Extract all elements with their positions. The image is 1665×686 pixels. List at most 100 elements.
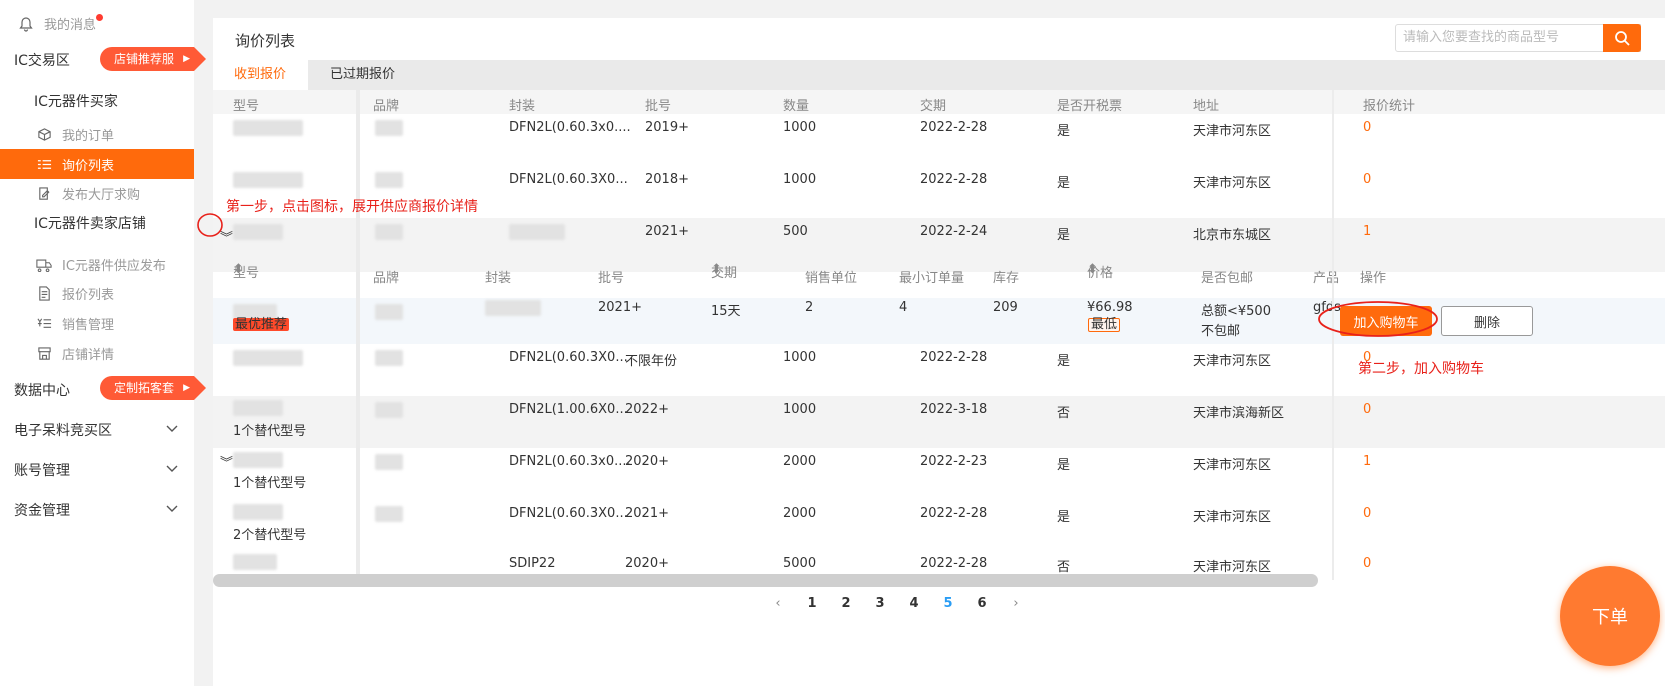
cell-qty: 500 <box>783 224 808 239</box>
sidebar-item-account[interactable]: 账号管理 <box>14 460 179 480</box>
triangle-right-icon: ▶ <box>183 54 190 64</box>
cell-quote-count[interactable]: 0 <box>1363 402 1371 417</box>
cell-batch: 2021+ <box>645 224 689 239</box>
cell-quote-count[interactable]: 0 <box>1363 172 1371 187</box>
sidebar-item-sales[interactable]: 销售管理 <box>0 308 194 338</box>
alt-model-count[interactable]: 2个替代型号 <box>233 524 306 543</box>
alt-model-count[interactable]: 1个替代型号 <box>233 472 306 491</box>
col-invoice: 是否开税票 <box>1057 99 1123 114</box>
sort-icon: ⬍ <box>233 262 244 277</box>
cell-batch: 2021+ <box>625 506 669 521</box>
sidebar-item-label: 账号管理 <box>14 463 70 479</box>
cell-invoice: 是 <box>1057 228 1071 243</box>
dcol-package: 封装 <box>485 271 512 286</box>
sidebar-item-publish-request[interactable]: 发布大厅求购 <box>0 178 194 208</box>
cell-quote-count[interactable]: 0 <box>1363 556 1371 571</box>
sidebar-item-label: 我的订单 <box>62 128 115 144</box>
col-package: 封装 <box>509 99 536 114</box>
delete-button[interactable]: 删除 <box>1441 306 1533 336</box>
cell-qty: 1000 <box>783 172 817 187</box>
cell-invoice: 是 <box>1057 510 1071 525</box>
brand-redacted <box>375 120 403 136</box>
next-page-icon[interactable]: › <box>999 596 1033 611</box>
sidebar-item-funds[interactable]: 资金管理 <box>14 500 179 520</box>
dcell-stock: 209 <box>993 300 1018 315</box>
dcell-lead: 15天 <box>711 304 741 319</box>
unread-dot <box>96 14 103 21</box>
ic-trade-section[interactable]: IC交易区 <box>14 50 70 70</box>
data-center-section[interactable]: 数据中心 <box>14 380 70 400</box>
sidebar-item-quote-list[interactable]: 报价列表 <box>0 278 194 308</box>
sidebar-item-inquiry-list[interactable]: 询价列表 <box>0 149 194 179</box>
package-icon <box>36 126 52 142</box>
tab-expired-quotes[interactable]: 已过期报价 <box>330 60 395 90</box>
search-button[interactable] <box>1603 24 1641 52</box>
horizontal-scrollbar[interactable] <box>213 574 1318 587</box>
col-qty: 数量 <box>783 99 810 114</box>
cell-quote-count[interactable]: 0 <box>1363 506 1371 521</box>
table-row[interactable]: ︾ 1个替代型号 DFN2L(0.60.3x0.... 2020+ 2000 2… <box>213 448 1665 500</box>
sidebar-item-my-orders[interactable]: 我的订单 <box>0 119 194 149</box>
annotation-circle-cart <box>1318 301 1438 337</box>
truck-icon <box>36 256 52 272</box>
cell-package: SDIP22 <box>509 556 556 571</box>
prev-page-icon[interactable]: ‹ <box>761 596 795 611</box>
fixed-column-divider <box>356 90 360 580</box>
cell-quote-count[interactable]: 1 <box>1363 224 1371 239</box>
sidebar-item-label: IC元器件供应发布 <box>62 258 166 274</box>
chevron-down-icon <box>165 462 179 478</box>
dcol-batch: 批号 <box>598 271 625 286</box>
sidebar: 我的消息 IC交易区 店铺推荐服务 ▶ IC元器件买家 我的订单 询价列表 发布大… <box>0 0 206 686</box>
table-row-expanded[interactable]: ︾ 2021+ 500 2022-2-24 是 北京市东城区 1 <box>213 218 1665 272</box>
page-6[interactable]: 6 <box>965 596 999 611</box>
sort-icon: ⬍ <box>1087 262 1098 277</box>
custom-package-label: 定制拓客套餐 <box>114 381 175 419</box>
sidebar-item-label: 询价列表 <box>62 158 115 174</box>
cell-quote-count[interactable]: 0 <box>1363 120 1371 135</box>
cell-date: 2022-2-28 <box>920 350 988 365</box>
cell-package: DFN2L(0.60.3X0... <box>509 172 628 187</box>
sidebar-item-surplus-auction[interactable]: 电子呆料竞买区 <box>14 420 179 440</box>
page-2[interactable]: 2 <box>829 596 863 611</box>
cell-quote-count[interactable]: 1 <box>1363 454 1371 469</box>
cell-package: DFN2L(0.60.3X0... <box>509 506 628 521</box>
cell-batch: 2018+ <box>645 172 689 187</box>
brand-redacted <box>375 350 403 366</box>
tab-received-quotes[interactable]: 收到报价 <box>213 60 308 90</box>
custom-package-tag[interactable]: 定制拓客套餐 ▶ <box>100 376 206 419</box>
place-order-button[interactable]: 下单 <box>1560 566 1660 666</box>
store-recommend-tag[interactable]: 店铺推荐服务 ▶ <box>100 47 206 90</box>
sidebar-item-label: 销售管理 <box>62 317 115 333</box>
cell-batch: 2022+ <box>625 402 669 417</box>
cell-invoice: 是 <box>1057 458 1071 473</box>
table-row[interactable]: 2个替代型号 DFN2L(0.60.3X0... 2021+ 2000 2022… <box>213 500 1665 552</box>
cell-address: 天津市河东区 <box>1193 560 1272 575</box>
dcell-unit: 2 <box>805 300 814 315</box>
cell-qty: 1000 <box>783 402 817 417</box>
page-1[interactable]: 1 <box>795 596 829 611</box>
cell-package: DFN2L(1.00.6X0... <box>509 402 628 417</box>
messages-link[interactable]: 我的消息 <box>18 14 103 33</box>
expand-chevron-icon[interactable]: ︾ <box>220 452 233 471</box>
page-3[interactable]: 3 <box>863 596 897 611</box>
chevron-down-icon <box>165 502 179 518</box>
table-row[interactable]: DFN2L(0.60.3x0.... 2019+ 1000 2022-2-28 … <box>213 114 1665 166</box>
package-redacted <box>485 300 541 316</box>
model-redacted <box>233 172 303 188</box>
cell-invoice: 是 <box>1057 354 1071 369</box>
col-brand: 品牌 <box>373 99 400 114</box>
dcell-moq: 4 <box>899 300 908 315</box>
sort-icon: ⬍ <box>711 262 722 277</box>
page-4[interactable]: 4 <box>897 596 931 611</box>
table-row[interactable]: 1个替代型号 DFN2L(1.00.6X0... 2022+ 1000 2022… <box>213 396 1665 448</box>
sidebar-item-store-details[interactable]: 店铺详情 <box>0 338 194 368</box>
sidebar-item-supply-publish[interactable]: IC元器件供应发布 <box>0 249 194 279</box>
store-icon <box>36 345 52 361</box>
dcol-moq: 最小订单量 <box>899 271 965 286</box>
page-5-current[interactable]: 5 <box>931 596 965 611</box>
alt-model-count[interactable]: 1个替代型号 <box>233 420 306 439</box>
cell-batch: 不限年份 <box>625 354 678 369</box>
cell-qty: 5000 <box>783 556 817 571</box>
cell-invoice: 是 <box>1057 176 1071 191</box>
brand-redacted <box>375 506 403 522</box>
